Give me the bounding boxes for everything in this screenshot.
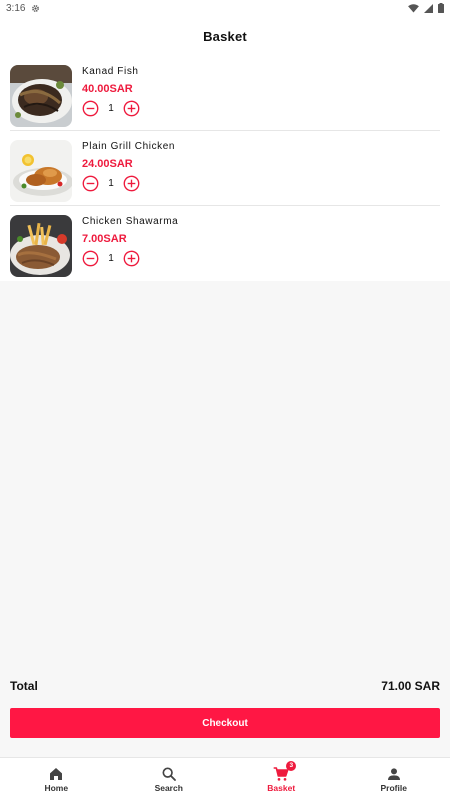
- quantity-value: 1: [108, 253, 114, 264]
- item-name: Plain Grill Chicken: [82, 141, 176, 152]
- basket-item-list: Kanad Fish 40.00SAR 1 Plain Grill Chicke…: [0, 56, 450, 281]
- nav-label: Basket: [267, 782, 296, 793]
- person-icon: [387, 767, 400, 780]
- app-bar: Basket: [0, 16, 450, 56]
- signal-icon: [424, 3, 433, 13]
- total-value: 71.00 SAR: [381, 679, 440, 693]
- increase-quantity-button[interactable]: [123, 175, 140, 192]
- nav-item-basket[interactable]: 3 Basket: [225, 758, 338, 800]
- nav-label: Home: [44, 782, 69, 793]
- decrease-quantity-button[interactable]: [82, 100, 99, 117]
- nav-item-search[interactable]: Search: [113, 758, 226, 800]
- checkout-button[interactable]: Checkout: [10, 708, 440, 738]
- item-image: [10, 140, 72, 202]
- basket-item: Plain Grill Chicken 24.00SAR 1: [0, 131, 450, 206]
- basket-item: Kanad Fish 40.00SAR 1: [0, 56, 450, 131]
- increase-quantity-button[interactable]: [123, 250, 140, 267]
- quantity-value: 1: [108, 103, 114, 114]
- search-icon: [162, 767, 176, 781]
- decrease-quantity-button[interactable]: [82, 250, 99, 267]
- nav-item-home[interactable]: Home: [0, 758, 113, 800]
- item-price: 24.00SAR: [82, 158, 133, 170]
- cart-icon-wrapper: 3: [273, 760, 297, 782]
- quantity-value: 1: [108, 178, 114, 189]
- basket-item: Chicken Shawarma 7.00SAR 1: [0, 206, 450, 281]
- page-title: Basket: [203, 28, 247, 44]
- item-price: 7.00SAR: [82, 233, 127, 245]
- battery-icon: [438, 3, 444, 13]
- status-bar: 3:16: [0, 0, 450, 16]
- quantity-stepper: 1: [82, 175, 175, 192]
- cart-count-badge: 3: [286, 760, 297, 771]
- quantity-stepper: 1: [82, 250, 178, 267]
- nav-label: Profile: [380, 782, 407, 793]
- decrease-quantity-button[interactable]: [82, 175, 99, 192]
- settings-icon: [32, 4, 40, 12]
- item-price: 40.00SAR: [82, 83, 133, 95]
- home-icon: [50, 767, 63, 780]
- quantity-stepper: 1: [82, 100, 140, 117]
- nav-label: Search: [154, 782, 183, 793]
- bottom-nav: Home Search 3 Basket Profile: [0, 757, 450, 800]
- item-image: [10, 65, 72, 127]
- increase-quantity-button[interactable]: [123, 100, 140, 117]
- total-label: Total: [10, 679, 38, 693]
- status-time: 3:16: [6, 2, 26, 14]
- nav-item-profile[interactable]: Profile: [338, 758, 450, 800]
- item-image: [10, 215, 72, 277]
- item-name: Kanad Fish: [82, 66, 139, 77]
- wifi-icon: [408, 3, 419, 13]
- item-name: Chicken Shawarma: [82, 216, 179, 227]
- total-row: Total 71.00 SAR: [10, 676, 440, 696]
